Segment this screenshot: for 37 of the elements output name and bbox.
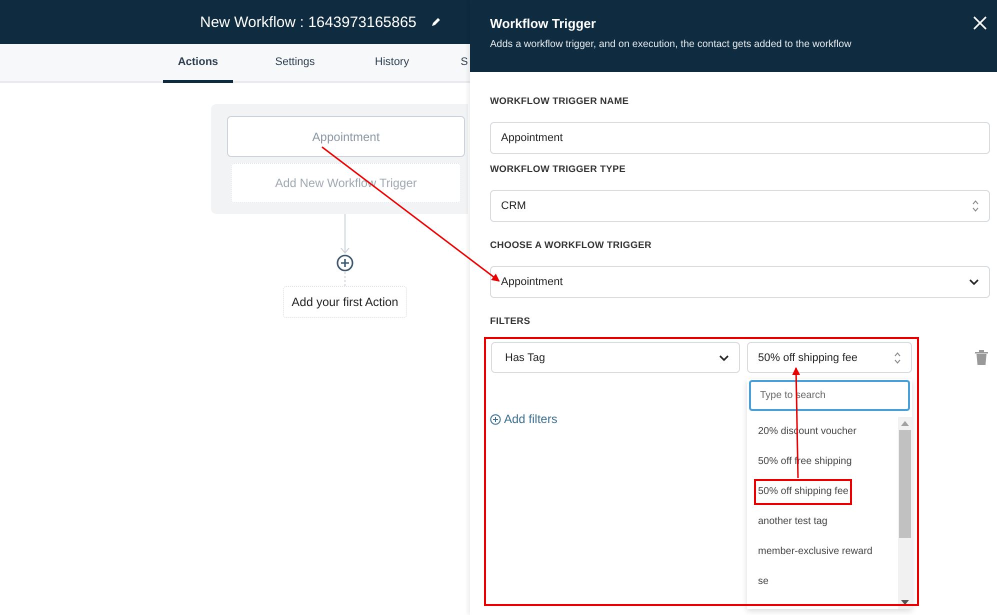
field-label: FILTERS (490, 316, 532, 327)
tab[interactable]: Actions (163, 44, 233, 83)
tab[interactable]: Settings (260, 44, 330, 83)
dropdown-option[interactable]: member-exclusive reward (754, 539, 876, 565)
trigger-type-select[interactable]: CRM (490, 190, 990, 222)
trigger-select[interactable]: Appointment (490, 266, 990, 298)
scroll-down-icon[interactable] (901, 600, 909, 605)
tab[interactable]: History (357, 44, 427, 83)
connector-arrow (339, 214, 351, 254)
sort-arrows-icon (972, 200, 979, 212)
add-action-button[interactable]: Add your first Action (282, 286, 408, 318)
close-button[interactable] (971, 14, 989, 32)
workflow-title: New Workflow : 1643973165865 (200, 14, 417, 30)
chevron-down-icon (719, 354, 729, 360)
dropdown-option[interactable]: 50% off shipping fee (754, 479, 852, 505)
dropdown-option[interactable]: another test tag (754, 509, 832, 535)
trigger-name-field[interactable]: Appointment (490, 122, 990, 154)
field-label: WORKFLOW TRIGGER TYPE (490, 164, 627, 175)
dropdown-option[interactable]: se (754, 569, 773, 595)
scrollbar[interactable] (898, 417, 912, 609)
add-filters-link[interactable]: Add filters (490, 412, 558, 426)
plus-circle-icon[interactable] (336, 254, 354, 272)
plus-circle-icon (490, 414, 501, 424)
delete-button[interactable] (975, 350, 988, 365)
close-icon (973, 16, 987, 30)
tag-select[interactable]: 50% off shipping fee (747, 342, 912, 373)
drawer-title: Workflow Trigger (490, 16, 597, 31)
chevron-down-icon (969, 279, 979, 285)
sort-arrows-icon (894, 352, 901, 364)
field-label: CHOOSE A WORKFLOW TRIGGER (490, 240, 653, 251)
drawer-subtitle: Adds a workflow trigger, and on execution, the contact gets added to the workflow (490, 39, 852, 50)
trash-icon (975, 350, 988, 365)
field-label: WORKFLOW TRIGGER NAME (490, 96, 630, 107)
filter-field-select[interactable]: Has Tag (491, 342, 740, 373)
tab[interactable]: S (454, 44, 468, 83)
connector-line (344, 272, 346, 286)
pencil-icon[interactable] (430, 17, 441, 27)
